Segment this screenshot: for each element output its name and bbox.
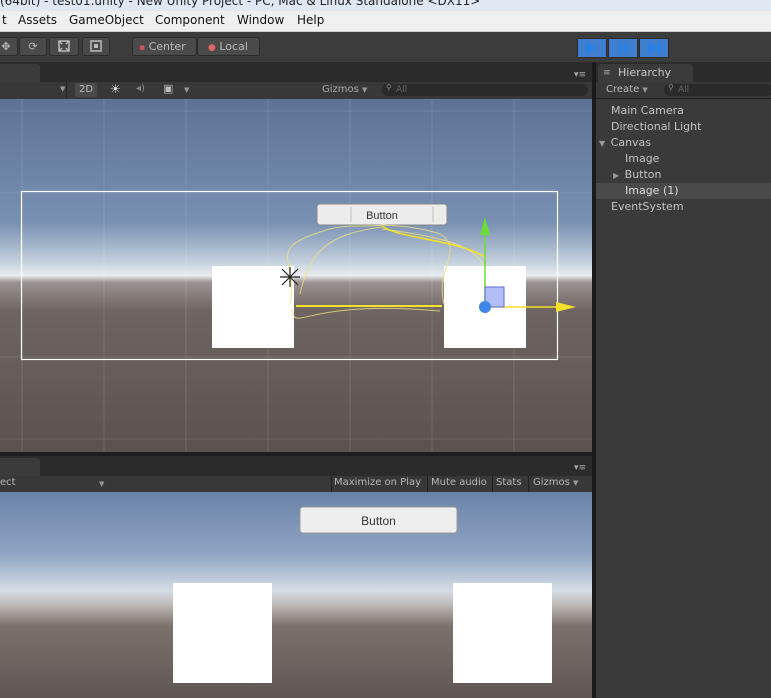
hierarchy-item-canvas[interactable]: ▼ Canvas — [599, 135, 651, 151]
menu-assets[interactable]: Assets — [18, 13, 57, 27]
step-button[interactable] — [639, 38, 669, 58]
window-title: (64bit) - test01.unity - New Unity Proje… — [0, 0, 481, 8]
rect-tool-button[interactable] — [82, 37, 110, 56]
scene-canvas[interactable]: Button — [0, 99, 592, 452]
scene-anchor-icon[interactable] — [280, 267, 300, 287]
menu-help[interactable]: Help — [297, 13, 324, 27]
game-toolbar: ect ▼ Maximize on Play Mute audio Stats … — [0, 476, 592, 493]
game-tab-bar — [0, 456, 592, 476]
hierarchy-item-label: EventSystem — [611, 200, 684, 213]
game-image-right — [453, 583, 552, 683]
hierarchy-item-button[interactable]: ▶ Button — [613, 167, 662, 183]
scene-gizmos-dropdown[interactable]: Gizmos ▼ — [322, 84, 367, 95]
rotate-icon: ⟳ — [28, 40, 38, 53]
maximize-on-play-toggle[interactable]: Maximize on Play — [334, 477, 421, 488]
scene-effects-icon[interactable]: ▣ — [163, 82, 173, 95]
hierarchy-tab[interactable]: ≡ Hierarchy — [598, 64, 693, 82]
scene-lighting-icon[interactable]: ☀ — [110, 82, 121, 96]
scene-tab-bar — [0, 62, 592, 82]
pause-icon — [619, 42, 628, 54]
collapse-arrow-icon[interactable]: ▶ — [613, 171, 619, 180]
hierarchy-item-directional-light[interactable]: Directional Light — [611, 119, 701, 135]
game-aspect-dropdown-arrow[interactable]: ▼ — [99, 480, 104, 488]
hierarchy-item-label: Image — [625, 152, 660, 165]
menu-bar: t Assets GameObject Component Window Hel… — [0, 11, 771, 32]
rotate-tool-button[interactable]: ⟳ — [19, 37, 47, 56]
scene-search-placeholder: All — [396, 85, 408, 95]
mute-audio-toggle[interactable]: Mute audio — [431, 477, 487, 488]
space-local-label: Local — [219, 40, 248, 53]
hierarchy-create-label: Create — [606, 84, 640, 95]
main-toolbar: ✥ ⟳ ▪ Center ● Local — [0, 32, 771, 62]
hierarchy-tab-bar: ≡ Hierarchy — [596, 62, 771, 82]
game-panel-menu-icon[interactable]: ▾≡ — [574, 463, 586, 473]
game-button-label: Button — [361, 514, 396, 528]
hierarchy-item-label: Image (1) — [625, 184, 679, 197]
game-canvas[interactable]: Button — [0, 492, 592, 698]
hierarchy-search-icon: ⚲ — [668, 83, 674, 92]
scene-toolbar: ▼ 2D ☀ ◂) ▣ ▼ Gizmos ▼ All ⚲ — [0, 82, 592, 100]
hierarchy-item-image[interactable]: Image — [625, 151, 659, 167]
step-icon — [648, 42, 661, 54]
pause-button[interactable] — [608, 38, 638, 58]
hierarchy-search-input[interactable]: All — [664, 84, 771, 96]
game-display-dropdown[interactable]: ect — [0, 477, 16, 488]
space-local-icon: ● — [208, 43, 216, 53]
scene-button-label: Button — [366, 210, 398, 222]
hierarchy-item-label: Button — [624, 168, 662, 181]
menu-gameobject[interactable]: GameObject — [69, 13, 144, 27]
rect-tool-icon — [90, 40, 102, 52]
scene-panel-menu-icon[interactable]: ▾≡ — [574, 70, 586, 80]
game-image-left — [173, 583, 272, 683]
hierarchy-item-image-1[interactable]: Image (1) — [625, 183, 679, 199]
play-button[interactable] — [577, 38, 607, 58]
pivot-center-label: Center — [148, 40, 186, 53]
window-title-bar: (64bit) - test01.unity - New Unity Proje… — [0, 0, 771, 11]
hierarchy-create-dropdown[interactable]: Create ▼ — [606, 84, 648, 95]
move-tool-button[interactable]: ✥ — [0, 37, 18, 56]
hierarchy-search-placeholder: All — [678, 85, 690, 95]
play-icon — [586, 42, 598, 54]
space-local-toggle[interactable]: ● Local — [197, 37, 260, 56]
hierarchy-item-label: Main Camera — [611, 104, 684, 117]
scene-tab[interactable] — [0, 64, 40, 82]
2d-mode-toggle[interactable]: 2D — [75, 83, 97, 97]
menu-edit-partial[interactable]: t — [2, 13, 7, 27]
scene-audio-icon[interactable]: ◂) — [136, 83, 145, 94]
hierarchy-toolbar: Create ▼ All ⚲ — [596, 82, 771, 99]
scale-icon — [58, 40, 70, 52]
game-gizmos-label: Gizmos — [533, 477, 570, 488]
hierarchy-selection-highlight — [596, 183, 771, 199]
scale-tool-button[interactable] — [49, 37, 79, 56]
shading-mode-dropdown-arrow[interactable]: ▼ — [60, 85, 65, 93]
game-gizmos-dropdown[interactable]: Gizmos ▼ — [533, 477, 578, 488]
hierarchy-item-eventsystem[interactable]: EventSystem — [611, 199, 684, 215]
hierarchy-item-label: Canvas — [610, 136, 652, 149]
game-view[interactable]: Button — [0, 492, 592, 698]
stats-toggle[interactable]: Stats — [496, 477, 522, 488]
scene-view[interactable]: Button — [0, 99, 592, 452]
pivot-center-icon: ▪ — [139, 43, 146, 53]
game-tab[interactable] — [0, 458, 40, 476]
hierarchy-item-label: Directional Light — [611, 120, 702, 133]
scene-search-input[interactable]: All — [382, 84, 588, 96]
menu-window[interactable]: Window — [237, 13, 284, 27]
expand-arrow-icon[interactable]: ▼ — [599, 139, 605, 148]
scene-image-left[interactable] — [212, 266, 294, 348]
move-icon: ✥ — [1, 40, 11, 53]
pivot-center-toggle[interactable]: ▪ Center — [132, 37, 197, 56]
menu-component[interactable]: Component — [155, 13, 225, 27]
hierarchy-item-main-camera[interactable]: Main Camera — [611, 103, 684, 119]
hierarchy-icon: ≡ — [603, 68, 611, 78]
scene-search-icon: ⚲ — [386, 83, 392, 92]
scene-gizmos-label: Gizmos — [322, 84, 359, 95]
scene-effects-dropdown-arrow[interactable]: ▼ — [184, 86, 189, 94]
hierarchy-tab-label: Hierarchy — [618, 66, 672, 79]
hierarchy-panel: ≡ Hierarchy Create ▼ All ⚲ Main Camera D… — [596, 62, 771, 698]
